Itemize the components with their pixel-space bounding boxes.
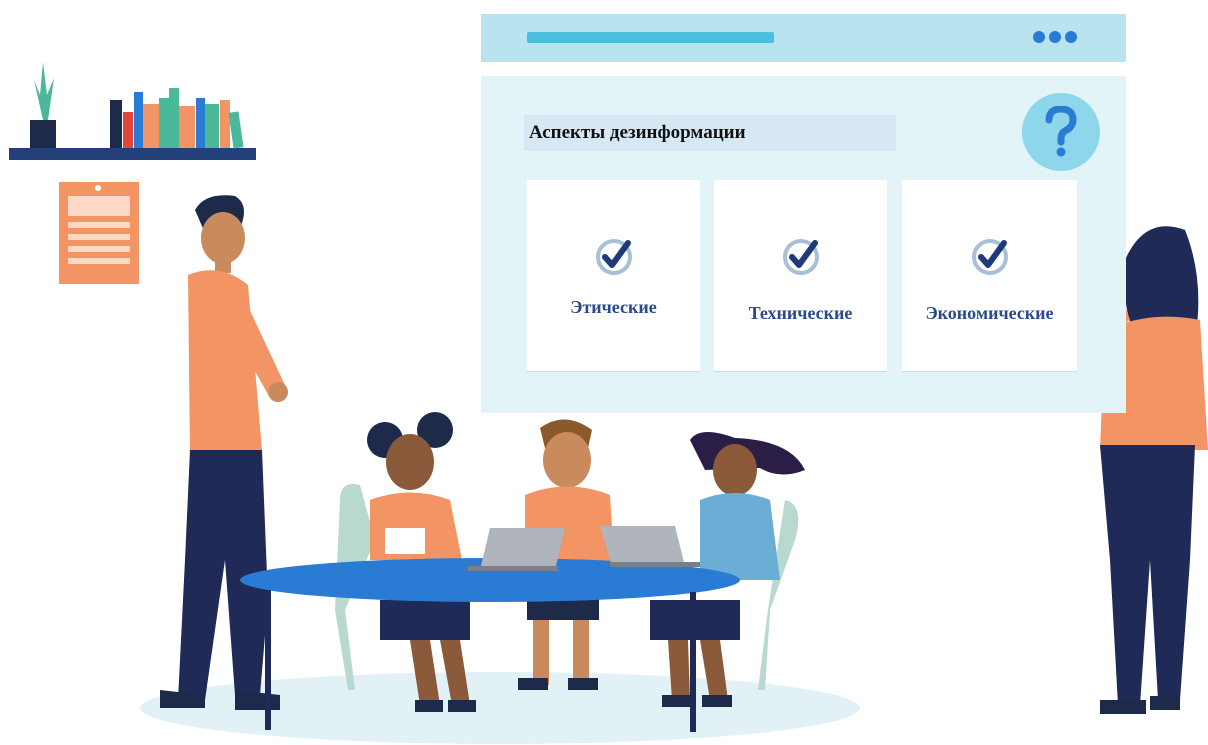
- laptop-right: [600, 526, 700, 567]
- more-dots-icon[interactable]: [1033, 31, 1077, 43]
- card-label: Технические: [748, 303, 853, 323]
- card-label: Этические: [570, 297, 657, 317]
- bookshelf: [9, 62, 256, 160]
- check-circle-icon: [971, 239, 1008, 275]
- card-economic[interactable]: Экономические: [902, 180, 1077, 371]
- window-content: Аспекты дезинформации Этические Техничес…: [481, 76, 1126, 413]
- card-label: Экономические: [925, 303, 1054, 323]
- check-circle-icon: [595, 239, 632, 275]
- card-ethical[interactable]: Этические: [527, 180, 700, 371]
- address-bar[interactable]: [527, 32, 774, 43]
- card-technical[interactable]: Технические: [714, 180, 887, 371]
- page-title: Аспекты дезинформации: [524, 115, 896, 151]
- notice-board: [59, 182, 139, 284]
- check-circle-icon: [782, 239, 819, 275]
- laptop-left: [468, 528, 565, 571]
- window-toolbar: [481, 14, 1126, 62]
- question-mark-icon[interactable]: [1022, 93, 1100, 171]
